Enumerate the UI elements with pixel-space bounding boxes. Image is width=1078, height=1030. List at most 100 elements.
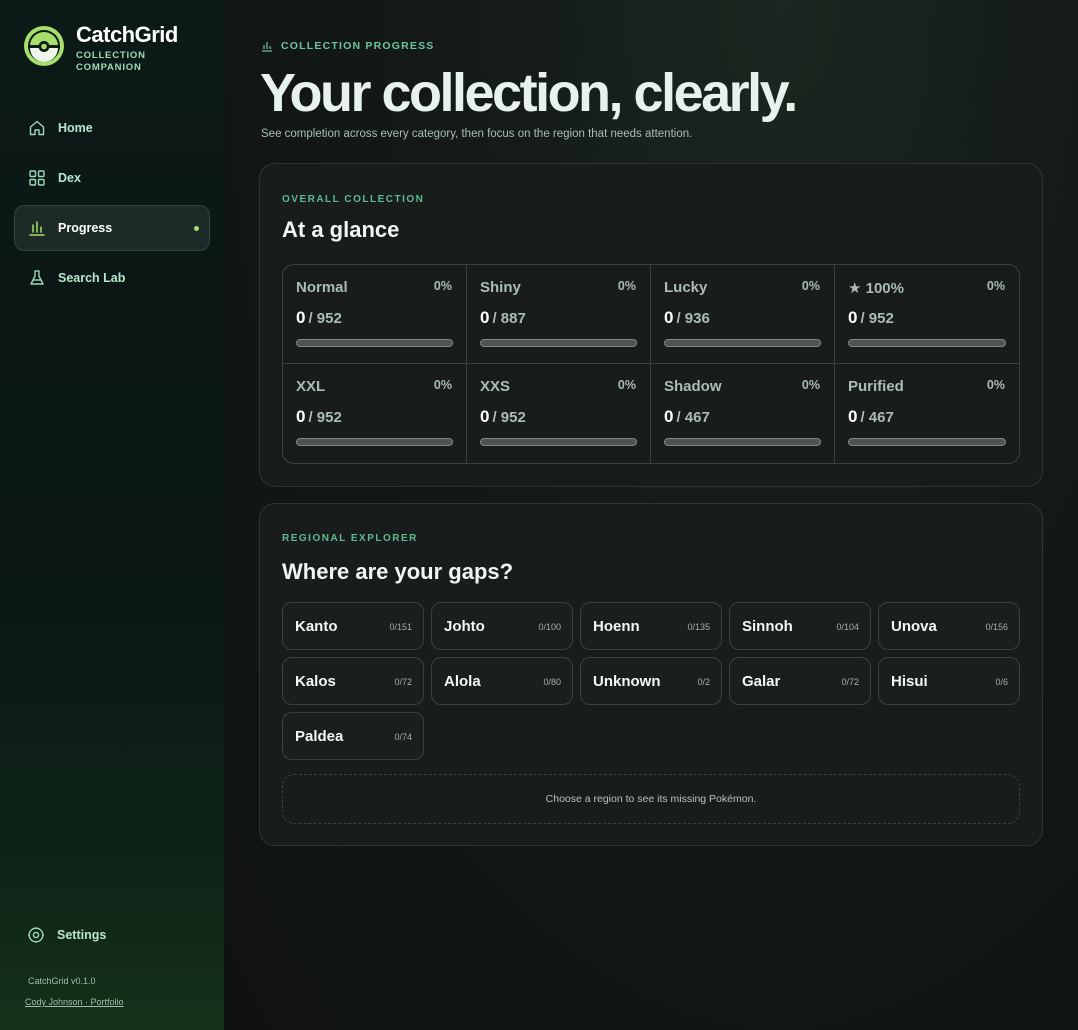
region-name: Galar <box>742 673 781 690</box>
region-name: Unknown <box>593 673 661 690</box>
stat-count: 0/ 467 <box>664 407 710 427</box>
nav-item-progress[interactable]: Progress <box>14 205 210 251</box>
region-button-paldea[interactable]: Paldea 0/74 <box>282 712 424 760</box>
settings-button[interactable]: Settings <box>14 912 210 958</box>
region-name: Sinnoh <box>742 618 793 635</box>
region-name: Hisui <box>891 673 928 690</box>
stat-card: Purified 0% 0/ 467 <box>835 364 1019 463</box>
region-name: Kalos <box>295 673 336 690</box>
stat-total: / 467 <box>860 409 894 426</box>
stat-count: 0/ 936 <box>664 308 710 328</box>
stat-label: Lucky <box>664 279 708 296</box>
region-count: 0/135 <box>687 622 710 632</box>
region-name: Johto <box>444 618 485 635</box>
app-version: CatchGrid v0.1.0 <box>28 976 96 986</box>
stat-card: XXS 0% 0/ 952 <box>467 364 651 463</box>
stat-have: 0 <box>480 407 490 426</box>
stat-have: 0 <box>296 407 306 426</box>
stat-progress-bar <box>664 339 821 347</box>
overall-eyebrow: OVERALL COLLECTION <box>282 194 425 205</box>
region-name: Hoenn <box>593 618 640 635</box>
overall-title: At a glance <box>282 217 400 242</box>
stat-progress-bar <box>848 438 1006 446</box>
region-count: 0/104 <box>836 622 859 632</box>
stat-progress-bar <box>664 438 821 446</box>
main-nav: Home Dex Progress Search Lab <box>14 105 210 305</box>
region-button-kanto[interactable]: Kanto 0/151 <box>282 602 424 650</box>
nav-label-dex: Dex <box>58 171 81 185</box>
stat-have: 0 <box>664 308 674 327</box>
region-button-johto[interactable]: Johto 0/100 <box>431 602 573 650</box>
stat-have: 0 <box>848 308 858 327</box>
stat-count: 0/ 952 <box>480 407 526 427</box>
region-count: 0/6 <box>995 677 1008 687</box>
nav-item-dex[interactable]: Dex <box>14 155 210 201</box>
home-icon <box>27 118 47 138</box>
stat-label: XXL <box>296 378 326 395</box>
stat-card: Normal 0% 0/ 952 <box>283 265 467 364</box>
stat-card: XXL 0% 0/ 952 <box>283 364 467 463</box>
stat-count: 0/ 952 <box>296 308 342 328</box>
stat-card: Shiny 0% 0/ 887 <box>467 265 651 364</box>
stat-progress-bar <box>296 438 453 446</box>
region-button-hoenn[interactable]: Hoenn 0/135 <box>580 602 722 650</box>
region-count: 0/156 <box>985 622 1008 632</box>
stat-total: / 952 <box>308 310 342 327</box>
page-subtitle: See completion across every category, th… <box>261 128 693 140</box>
grid-icon <box>27 168 47 188</box>
stat-percent: 0% <box>617 279 636 293</box>
stat-count: 0/ 467 <box>848 407 894 427</box>
region-name: Alola <box>444 673 481 690</box>
portfolio-link[interactable]: Cody Johnson · Portfolio <box>25 997 124 1007</box>
stats-grid: Normal 0% 0/ 952 Shiny 0% 0/ 887 Lucky 0% 0/ 936… <box>282 264 1020 464</box>
stat-percent: 0% <box>617 378 636 392</box>
stat-card: ★ 100% 0% 0/ 952 <box>835 265 1019 364</box>
region-button-galar[interactable]: Galar 0/72 <box>729 657 871 705</box>
region-button-hisui[interactable]: Hisui 0/6 <box>878 657 1020 705</box>
stat-have: 0 <box>848 407 858 426</box>
nav-label-home: Home <box>58 121 93 135</box>
gear-icon <box>26 925 46 945</box>
stat-total: / 952 <box>308 409 342 426</box>
region-button-sinnoh[interactable]: Sinnoh 0/104 <box>729 602 871 650</box>
regional-eyebrow: REGIONAL EXPLORER <box>282 533 418 544</box>
stat-percent: 0% <box>801 378 820 392</box>
region-button-alola[interactable]: Alola 0/80 <box>431 657 573 705</box>
stat-total: / 952 <box>860 310 894 327</box>
brand[interactable]: CatchGrid COLLECTION COMPANION <box>22 24 178 74</box>
region-count: 0/100 <box>538 622 561 632</box>
region-name: Paldea <box>295 728 344 745</box>
stat-card: Shadow 0% 0/ 467 <box>651 364 835 463</box>
stat-percent: 0% <box>801 279 820 293</box>
stat-label: Normal <box>296 279 348 296</box>
region-count: 0/72 <box>841 677 859 687</box>
region-count: 0/72 <box>394 677 412 687</box>
nav-label-progress: Progress <box>58 221 113 235</box>
stat-label: ★ 100% <box>848 280 904 297</box>
overall-collection-card: OVERALL COLLECTION At a glance Normal 0% 0… <box>259 163 1043 487</box>
region-count: 0/74 <box>394 732 412 742</box>
region-count: 0/151 <box>389 622 412 632</box>
stat-count: 0/ 887 <box>480 308 526 328</box>
region-button-unknown[interactable]: Unknown 0/2 <box>580 657 722 705</box>
stat-label: Shiny <box>480 279 521 296</box>
settings-label: Settings <box>57 928 107 942</box>
page-eyebrow: COLLECTION PROGRESS <box>261 40 434 52</box>
nav-item-home[interactable]: Home <box>14 105 210 151</box>
stat-total: / 467 <box>676 409 710 426</box>
flask-icon <box>27 268 47 288</box>
stat-have: 0 <box>296 308 306 327</box>
stat-label: Purified <box>848 378 904 395</box>
stat-percent: 0% <box>433 279 452 293</box>
nav-item-search-lab[interactable]: Search Lab <box>14 255 210 301</box>
bar-chart-icon <box>27 218 47 238</box>
stat-progress-bar <box>480 438 637 446</box>
page-title: Your collection, clearly. <box>260 63 798 123</box>
stat-total: / 952 <box>492 409 526 426</box>
region-button-kalos[interactable]: Kalos 0/72 <box>282 657 424 705</box>
stat-total: / 936 <box>676 310 710 327</box>
region-button-unova[interactable]: Unova 0/156 <box>878 602 1020 650</box>
stat-progress-bar <box>848 339 1006 347</box>
regional-title: Where are your gaps? <box>282 559 514 584</box>
stat-progress-bar <box>480 339 637 347</box>
